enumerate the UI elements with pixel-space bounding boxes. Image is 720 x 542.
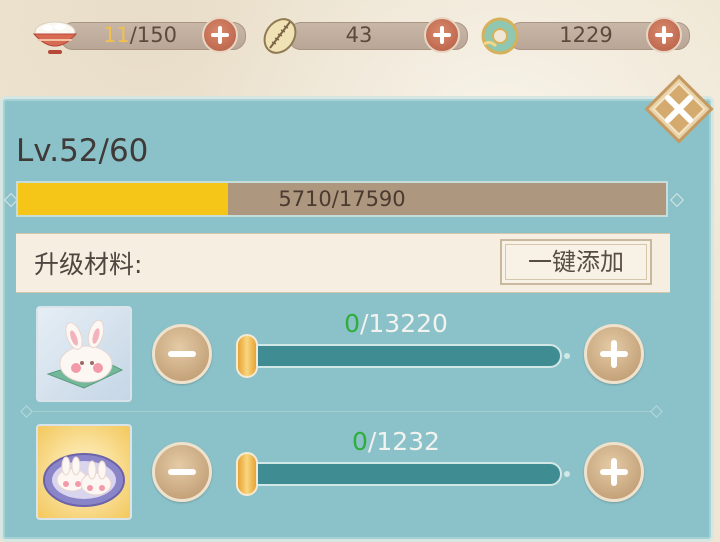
close-icon (644, 74, 714, 144)
material-count: 0/1232 (352, 427, 440, 456)
resource-jade-value: 1229 (559, 23, 613, 47)
minus-icon (168, 469, 196, 475)
material-slider-handle[interactable] (236, 334, 258, 378)
material-item-1[interactable] (36, 306, 132, 402)
resource-dumpling: 43 (258, 14, 468, 58)
decrease-button[interactable] (152, 324, 212, 384)
rice-bowl-icon (32, 21, 78, 54)
plus-icon (655, 26, 673, 44)
resource-jade: 1229 (478, 14, 690, 58)
minus-icon (168, 351, 196, 357)
add-jade-button[interactable] (646, 17, 682, 53)
resource-rice: 11/150 (30, 14, 246, 58)
material-item-2[interactable] (36, 424, 132, 520)
jade-coin-icon (481, 17, 519, 55)
add-dumpling-button[interactable] (424, 17, 460, 53)
slider-end-dot (564, 471, 570, 477)
material-count: 0/13220 (344, 309, 448, 338)
materials-header: 升级材料: 一键添加 (16, 233, 670, 293)
plus-icon (211, 26, 229, 44)
level-text: Lv.52/60 (16, 133, 149, 169)
bunny-bun-plate-icon (43, 453, 125, 507)
dumpling-icon (263, 18, 297, 54)
plus-icon (433, 26, 451, 44)
row-divider (22, 411, 660, 412)
plus-icon (600, 340, 628, 368)
increase-button[interactable] (584, 324, 644, 384)
close-button[interactable] (644, 74, 714, 144)
material-slider-handle[interactable] (236, 452, 258, 496)
xp-progress-bar: 5710/17590 (16, 181, 668, 217)
material-slider-track[interactable] (240, 462, 562, 486)
add-rice-button[interactable] (202, 17, 238, 53)
slider-end-dot (564, 353, 570, 359)
materials-label: 升级材料: (34, 250, 143, 279)
material-slider-track[interactable] (240, 344, 562, 368)
increase-button[interactable] (584, 442, 644, 502)
bunny-bun-icon (46, 319, 124, 389)
decrease-button[interactable] (152, 442, 212, 502)
xp-progress-text: 5710/17590 (278, 187, 406, 211)
add-all-button[interactable]: 一键添加 (500, 239, 652, 285)
plus-icon (600, 458, 628, 486)
resource-dumpling-value: 43 (345, 23, 373, 47)
resource-rice-value: 11/150 (103, 23, 177, 47)
